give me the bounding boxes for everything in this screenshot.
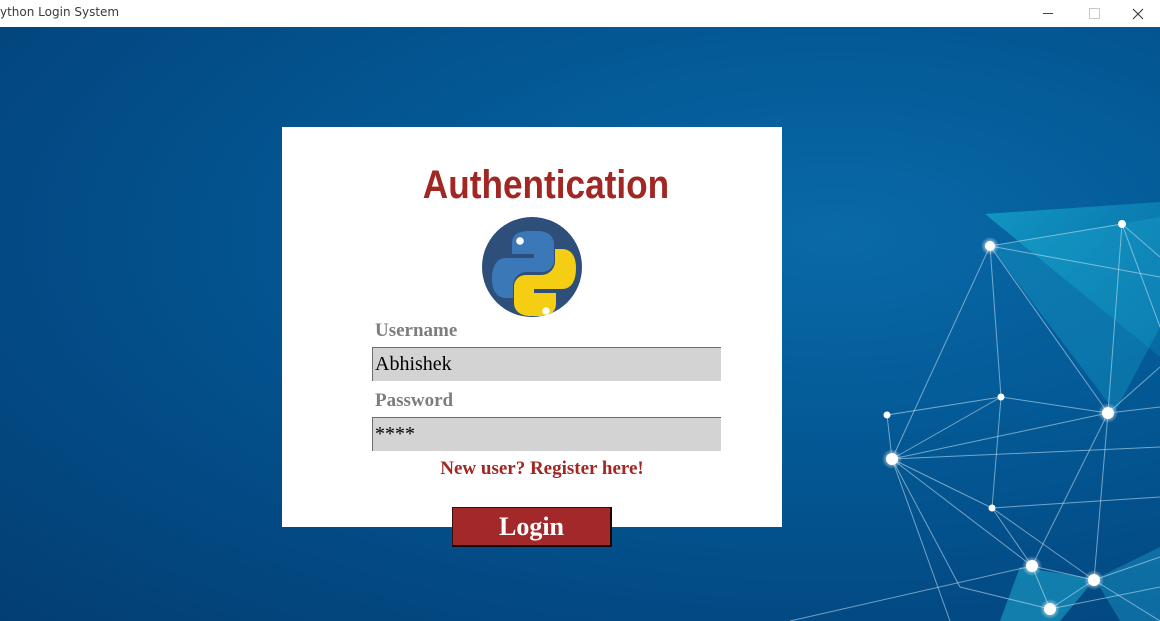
- title-bar: ython Login System: [0, 0, 1160, 27]
- login-button[interactable]: Login: [452, 507, 612, 547]
- close-button[interactable]: [1115, 0, 1160, 27]
- window-title: ython Login System: [0, 5, 120, 19]
- password-input[interactable]: [372, 417, 721, 451]
- username-label: Username: [375, 320, 458, 341]
- register-link[interactable]: New user? Register here!: [282, 458, 802, 480]
- username-input[interactable]: [372, 347, 721, 381]
- password-label: Password: [375, 390, 454, 411]
- close-icon: [1132, 8, 1144, 19]
- python-logo-icon: [482, 217, 582, 317]
- page-title: Authentication: [422, 163, 670, 207]
- minimize-button[interactable]: [1025, 0, 1071, 27]
- maximize-button[interactable]: [1071, 0, 1117, 27]
